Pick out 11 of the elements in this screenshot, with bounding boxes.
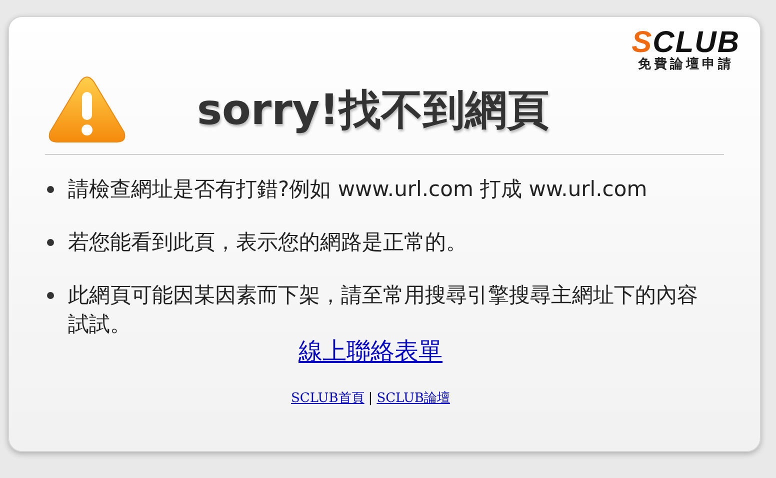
warning-icon xyxy=(47,74,127,146)
logo-tagline: 免費論壇申請 xyxy=(638,57,734,73)
link-separator: | xyxy=(368,390,373,408)
notice-text: 若您能看到此頁，表示您的網路是正常的。 xyxy=(68,229,468,256)
bullet-icon xyxy=(47,186,54,193)
forum-link[interactable]: SCLUB論壇 xyxy=(376,389,450,408)
bullet-icon xyxy=(47,239,54,246)
home-link[interactable]: SCLUB首頁 xyxy=(291,389,364,408)
bullet-icon xyxy=(47,292,54,299)
logo-text: SCLUB xyxy=(632,29,740,57)
notice-text: 請檢查網址是否有打錯?例如 www.url.com 打成 ww.url.com xyxy=(68,176,648,203)
